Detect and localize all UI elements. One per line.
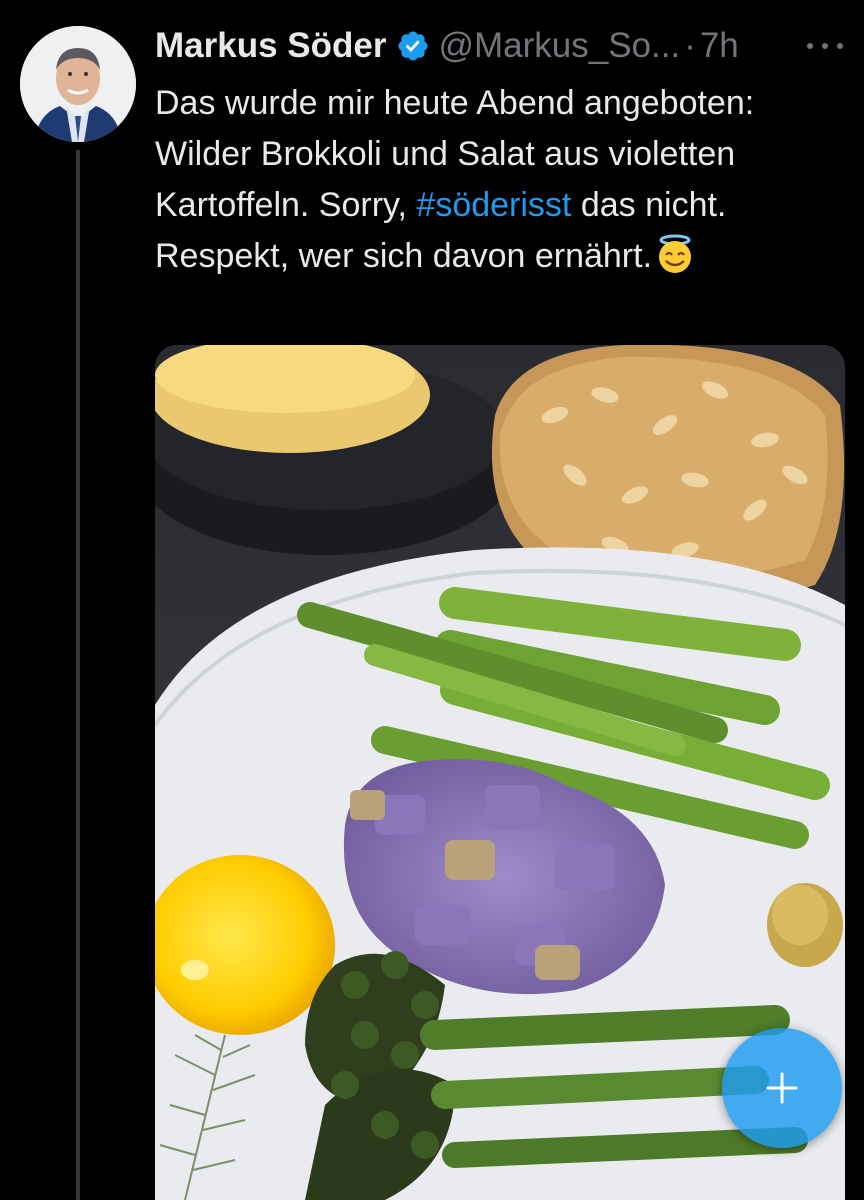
compose-button[interactable] <box>722 1028 842 1148</box>
more-options-icon[interactable] <box>805 26 845 66</box>
profile-avatar[interactable] <box>20 26 136 142</box>
author-handle[interactable]: @Markus_So... <box>438 26 680 66</box>
author-display-name[interactable]: Markus Söder <box>155 26 386 66</box>
tweet-timestamp[interactable]: 7h <box>700 26 739 66</box>
tweet-header: Markus Söder @Markus_So... · 7h <box>155 22 845 70</box>
tweet-text: Das wurde mir heute Abend angeboten: Wil… <box>155 78 835 282</box>
plus-icon <box>766 1072 798 1104</box>
thread-connector-line <box>76 150 80 1200</box>
tweet[interactable]: Markus Söder @Markus_So... · 7h Das wurd… <box>0 0 864 1200</box>
verified-badge-icon[interactable] <box>396 29 430 63</box>
avatar-icon <box>20 26 136 142</box>
smiling-face-with-halo-icon <box>654 233 696 275</box>
header-separator: · <box>684 26 696 65</box>
hashtag-link[interactable]: #söderisst <box>416 186 571 224</box>
